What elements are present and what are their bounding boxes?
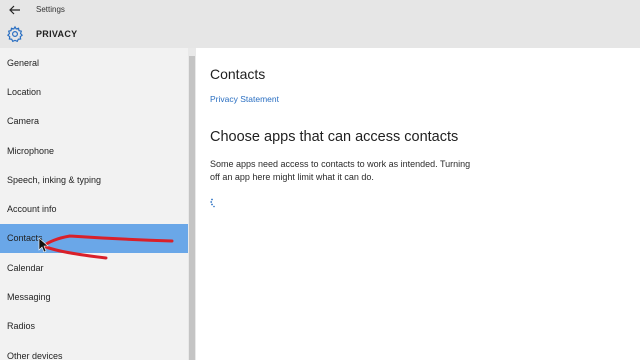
scrollbar-thumb[interactable] [189, 56, 195, 360]
arrow-left-icon [9, 5, 20, 15]
sidebar-item-contacts[interactable]: Contacts [0, 223, 188, 254]
sidebar-item-calendar[interactable]: Calendar [0, 253, 188, 282]
sidebar-item-other-devices[interactable]: Other devices [0, 341, 188, 360]
sidebar-item-microphone[interactable]: Microphone [0, 136, 188, 165]
sidebar: General Location Camera Microphone Speec… [0, 48, 188, 360]
sidebar-item-location[interactable]: Location [0, 77, 188, 106]
page-header: PRIVACY [0, 20, 640, 48]
page-title: Contacts [210, 66, 266, 82]
sidebar-item-messaging[interactable]: Messaging [0, 282, 188, 311]
back-button[interactable] [6, 2, 24, 18]
sidebar-item-general[interactable]: General [0, 48, 188, 77]
privacy-statement-link[interactable]: Privacy Statement [210, 94, 279, 104]
section-heading: Choose apps that can access contacts [210, 129, 459, 145]
loading-spinner-icon [210, 198, 215, 208]
gear-icon [7, 25, 23, 43]
window-title: Settings [36, 5, 65, 14]
sidebar-item-camera[interactable]: Camera [0, 107, 188, 136]
sidebar-item-speech[interactable]: Speech, inking & typing [0, 165, 188, 194]
sidebar-item-account-info[interactable]: Account info [0, 194, 188, 223]
title-bar: Settings [0, 0, 640, 20]
sidebar-item-radios[interactable]: Radios [0, 312, 188, 341]
section-title: PRIVACY [36, 29, 78, 39]
sidebar-scrollbar[interactable] [188, 48, 196, 360]
description-text: Some apps need access to contacts to wor… [210, 159, 471, 182]
